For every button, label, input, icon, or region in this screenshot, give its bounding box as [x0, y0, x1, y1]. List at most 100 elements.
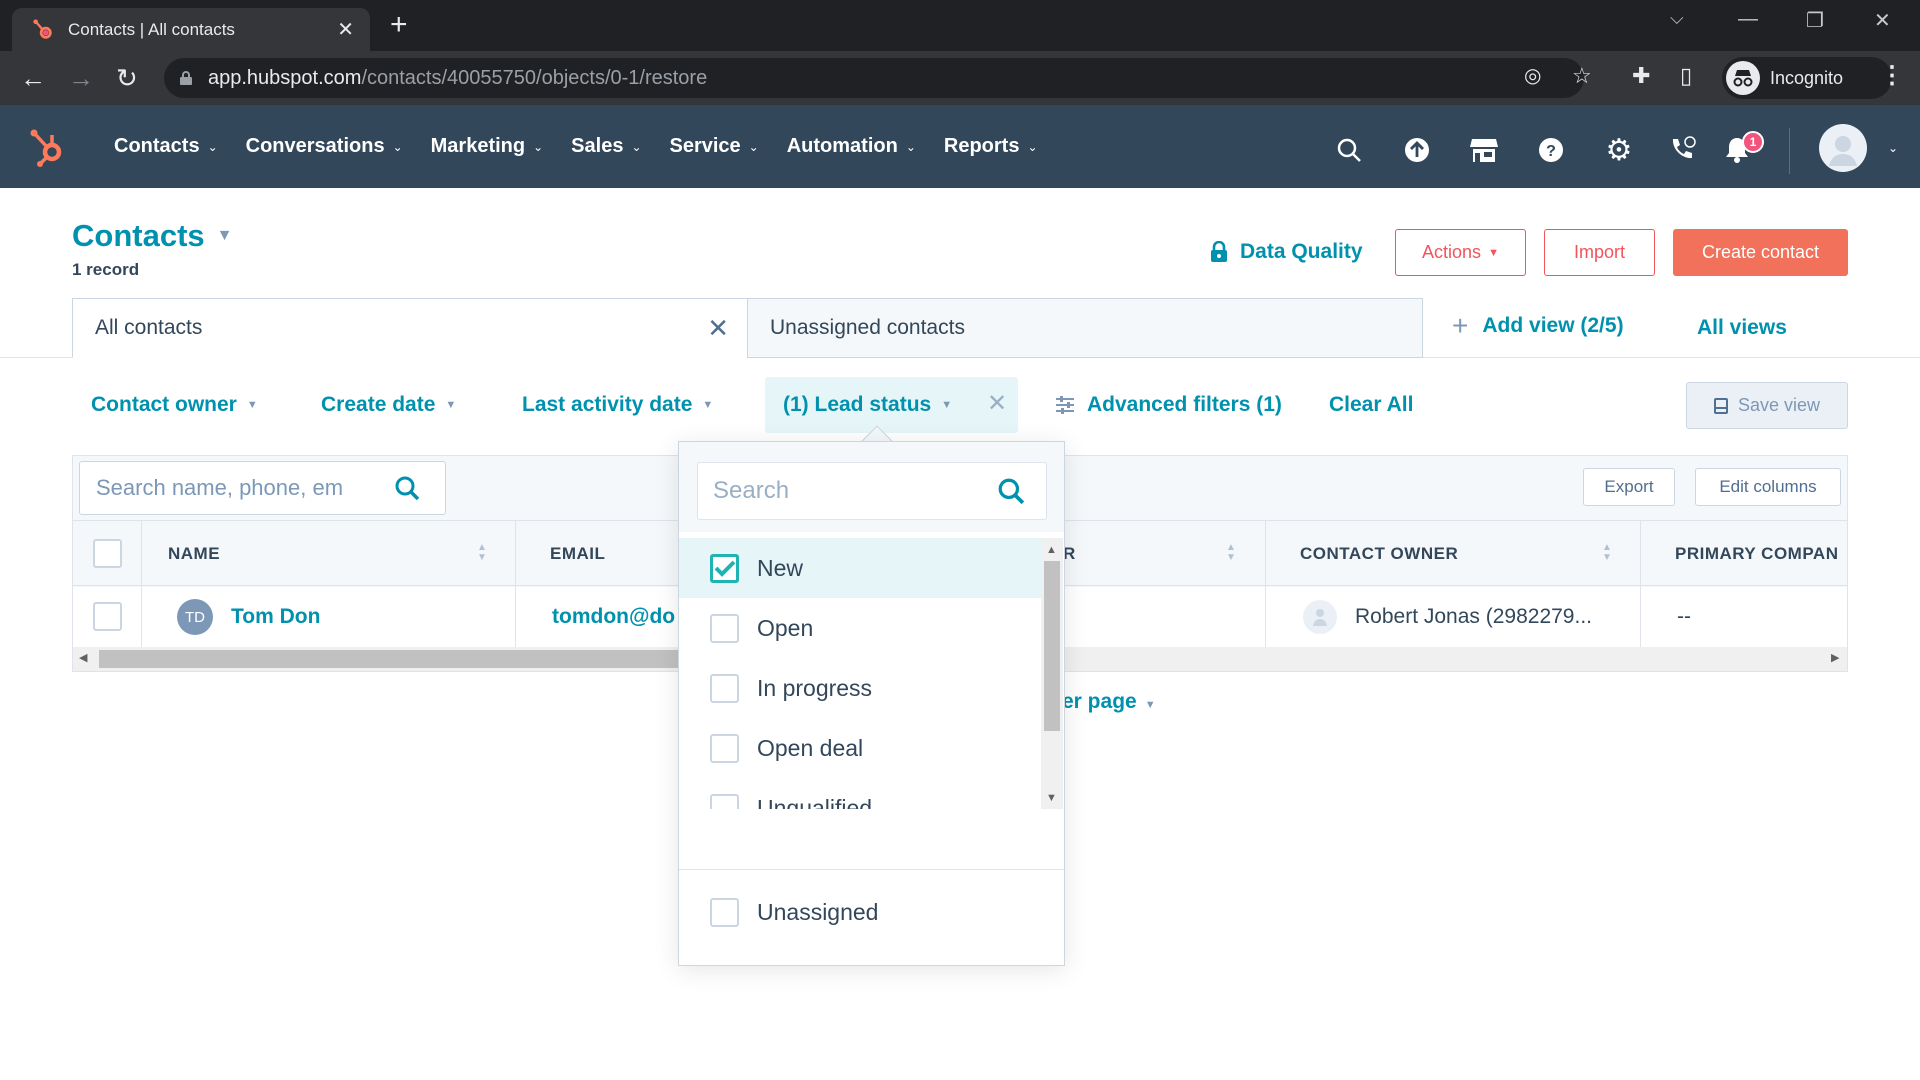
nav-reports[interactable]: Reports ⌄ — [944, 135, 1038, 158]
user-avatar[interactable] — [1819, 124, 1867, 172]
new-tab-icon[interactable]: + — [390, 10, 408, 40]
incognito-icon — [1726, 61, 1760, 95]
close-tab-icon[interactable]: ✕ — [337, 17, 354, 42]
edit-columns-button[interactable]: Edit columns — [1695, 468, 1841, 506]
caret-down-icon: ▼ — [941, 399, 953, 411]
dropdown-search-input[interactable] — [713, 477, 983, 505]
lead-status-dropdown: New Open In progress Open deal Unqualifi… — [678, 441, 1065, 966]
close-window-icon[interactable]: ✕ — [1874, 8, 1891, 33]
import-button[interactable]: Import — [1544, 229, 1655, 276]
scroll-left-icon[interactable]: ◀ — [79, 651, 87, 664]
column-header-name[interactable]: NAME — [168, 521, 220, 587]
scroll-up-icon[interactable]: ▲ — [1046, 544, 1057, 556]
column-header-contact-owner[interactable]: CONTACT OWNER — [1300, 521, 1458, 587]
option-new[interactable]: New — [679, 538, 1041, 598]
checkbox[interactable] — [710, 673, 739, 703]
export-button[interactable]: Export — [1583, 468, 1675, 506]
save-view-button[interactable]: Save view — [1686, 382, 1848, 429]
page-title[interactable]: Contacts ▼ — [72, 218, 232, 254]
advanced-filters-button[interactable]: Advanced filters (1) — [1055, 393, 1282, 417]
column-header-primary-company[interactable]: PRIMARY COMPAN — [1675, 521, 1838, 587]
forward-icon[interactable]: → — [68, 63, 94, 94]
calling-icon[interactable] — [1666, 134, 1698, 166]
sort-icon[interactable]: ▲ ▼ — [477, 543, 487, 563]
nav-sales[interactable]: Sales ⌄ — [571, 135, 641, 158]
option-in-progress[interactable]: In progress — [679, 658, 1041, 718]
search-icon[interactable] — [394, 475, 420, 501]
view-tab-unassigned-contacts[interactable]: Unassigned contacts — [747, 298, 1423, 358]
marketplace-icon[interactable] — [1468, 134, 1500, 166]
nav-automation[interactable]: Automation ⌄ — [787, 135, 916, 158]
sort-icon[interactable]: ▲ ▼ — [1602, 543, 1612, 563]
row-checkbox[interactable] — [93, 602, 122, 631]
add-view-button[interactable]: + Add view (2/5) — [1452, 312, 1624, 340]
scrollbar-thumb[interactable] — [99, 650, 699, 668]
filter-sliders-icon — [1056, 396, 1074, 414]
incognito-profile[interactable]: Incognito — [1722, 57, 1892, 99]
scroll-right-icon[interactable]: ▶ — [1831, 651, 1839, 664]
address-bar[interactable]: app.hubspot.com/contacts/40055750/object… — [164, 58, 1584, 98]
scrollbar-thumb[interactable] — [1044, 561, 1060, 731]
help-icon[interactable]: ? — [1535, 134, 1567, 166]
all-views-link[interactable]: All views — [1697, 316, 1787, 340]
option-unassigned[interactable]: Unassigned — [679, 882, 1041, 942]
checkbox[interactable] — [710, 897, 739, 927]
filter-contact-owner[interactable]: Contact owner ▼ — [91, 393, 258, 417]
actions-button[interactable]: Actions ▼ — [1395, 229, 1526, 276]
filter-create-date[interactable]: Create date ▼ — [321, 393, 456, 417]
nav-service[interactable]: Service ⌄ — [670, 135, 759, 158]
hubspot-logo-icon[interactable] — [26, 125, 68, 167]
account-menu-chevron-icon[interactable]: ⌄ — [1888, 141, 1898, 155]
checkbox[interactable] — [710, 613, 739, 643]
upgrade-icon[interactable] — [1401, 134, 1433, 166]
per-page-selector[interactable]: er page ▼ — [1062, 690, 1156, 714]
close-view-icon[interactable]: ✕ — [707, 313, 729, 344]
checkbox[interactable] — [710, 733, 739, 763]
option-open-deal[interactable]: Open deal — [679, 718, 1041, 778]
remove-filter-icon[interactable]: ✕ — [987, 389, 1007, 418]
svg-text:?: ? — [1546, 143, 1556, 160]
eye-off-icon[interactable]: ◎ — [1524, 63, 1541, 88]
column-header-email[interactable]: EMAIL — [550, 521, 605, 587]
browser-menu-icon[interactable]: ⋮ — [1880, 61, 1904, 90]
search-icon[interactable] — [1333, 134, 1365, 166]
reload-icon[interactable]: ↻ — [116, 63, 138, 94]
email-link[interactable]: tomdon@do — [552, 587, 675, 647]
search-icon[interactable] — [997, 477, 1025, 505]
side-panel-icon[interactable]: ▯ — [1680, 63, 1692, 89]
filter-last-activity-date[interactable]: Last activity date ▼ — [522, 393, 713, 417]
hubspot-favicon-icon — [33, 18, 52, 39]
clear-all-link[interactable]: Clear All — [1329, 393, 1413, 417]
browser-tab[interactable]: Contacts | All contacts ✕ — [12, 8, 370, 51]
dropdown-search-field[interactable] — [697, 462, 1047, 520]
record-count: 1 record — [72, 260, 140, 279]
option-open[interactable]: Open — [679, 598, 1041, 658]
back-icon[interactable]: ← — [20, 63, 46, 94]
dropdown-vertical-scrollbar[interactable]: ▲ ▼ — [1041, 538, 1063, 809]
data-quality-link[interactable]: Data Quality — [1210, 240, 1363, 264]
nav-contacts[interactable]: Contacts ⌄ — [114, 135, 218, 158]
sort-icon[interactable]: ▲ ▼ — [1226, 543, 1236, 563]
filter-lead-status[interactable]: (1) Lead status ▼ — [783, 393, 952, 417]
contact-name-link[interactable]: Tom Don — [231, 605, 320, 629]
nav-marketing[interactable]: Marketing ⌄ — [431, 135, 544, 158]
caret-down-icon: ▼ — [1144, 699, 1156, 711]
extensions-puzzle-icon[interactable]: ✚ — [1632, 63, 1650, 89]
bookmark-star-icon[interactable]: ☆ — [1572, 63, 1592, 89]
view-tab-all-contacts[interactable]: All contacts ✕ — [72, 298, 748, 358]
checkbox-checked[interactable] — [710, 553, 739, 583]
url-path: /contacts/40055750/objects/0-1/restore — [361, 66, 708, 89]
minimize-icon[interactable]: — — [1738, 8, 1758, 31]
restore-icon[interactable]: ❐ — [1806, 8, 1824, 33]
checkbox[interactable] — [710, 793, 739, 809]
nav-conversations[interactable]: Conversations ⌄ — [246, 135, 403, 158]
table-search-input[interactable] — [96, 475, 386, 501]
create-contact-button[interactable]: Create contact — [1673, 229, 1848, 276]
add-view-label: Add view (2/5) — [1482, 314, 1624, 337]
table-search-field[interactable] — [79, 461, 446, 515]
settings-icon[interactable]: ⚙ — [1603, 134, 1635, 167]
scroll-down-icon[interactable]: ▼ — [1046, 792, 1057, 804]
option-unqualified[interactable]: Unqualified — [679, 778, 1041, 809]
tab-search-chevron-icon[interactable]: ⌵ — [1670, 8, 1684, 29]
select-all-checkbox[interactable] — [93, 539, 122, 568]
